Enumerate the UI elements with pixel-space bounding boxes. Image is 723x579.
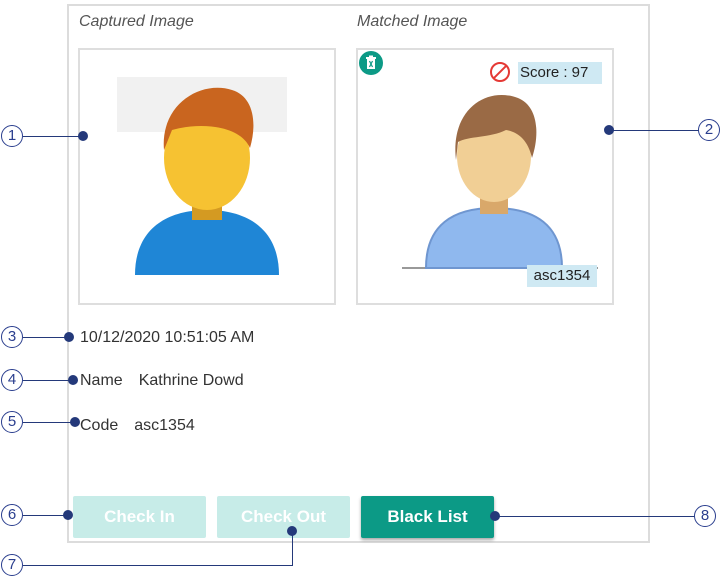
captured-image	[78, 48, 336, 305]
callout-dot	[68, 375, 78, 385]
callout-dot	[287, 526, 297, 536]
match-score: Score : 97	[518, 62, 602, 84]
timestamp: 10/12/2020 10:51:05 AM	[80, 329, 255, 346]
code-label: Code	[80, 417, 119, 434]
callout-5: 5	[1, 411, 23, 433]
callout-line	[23, 337, 69, 338]
callout-dot	[63, 510, 73, 520]
delete-match-button[interactable]	[359, 51, 383, 75]
callout-8: 8	[694, 505, 716, 527]
matched-code-tag: asc1354	[527, 265, 597, 287]
name-row: Name Kathrine Dowd	[80, 372, 244, 390]
captured-image-heading: Captured Image	[79, 13, 194, 30]
callout-line	[611, 130, 699, 131]
check-in-button[interactable]: Check In	[73, 496, 206, 538]
callout-dot	[70, 417, 80, 427]
callout-7: 7	[1, 554, 23, 576]
check-out-button[interactable]: Check Out	[217, 496, 350, 538]
callout-line	[495, 516, 695, 517]
callout-line	[23, 565, 293, 566]
callout-2: 2	[698, 119, 720, 141]
matched-image-heading: Matched Image	[357, 13, 468, 30]
captured-avatar-icon	[117, 77, 287, 275]
code-row: Code asc1354	[80, 417, 195, 435]
callout-line	[23, 136, 83, 137]
callout-dot	[64, 332, 74, 342]
no-entry-icon	[490, 62, 510, 82]
callout-line	[23, 422, 75, 423]
callout-dot	[78, 131, 88, 141]
callout-4: 4	[1, 369, 23, 391]
callout-line	[23, 380, 73, 381]
callout-1: 1	[1, 125, 23, 147]
callout-dot	[604, 125, 614, 135]
callout-3: 3	[1, 326, 23, 348]
callout-6: 6	[1, 504, 23, 526]
code-value: asc1354	[134, 417, 195, 434]
name-label: Name	[80, 372, 123, 389]
name-value: Kathrine Dowd	[138, 372, 244, 389]
trash-icon	[366, 55, 376, 69]
black-list-button[interactable]: Black List	[361, 496, 494, 538]
callout-dot	[490, 511, 500, 521]
callout-line	[292, 531, 293, 565]
